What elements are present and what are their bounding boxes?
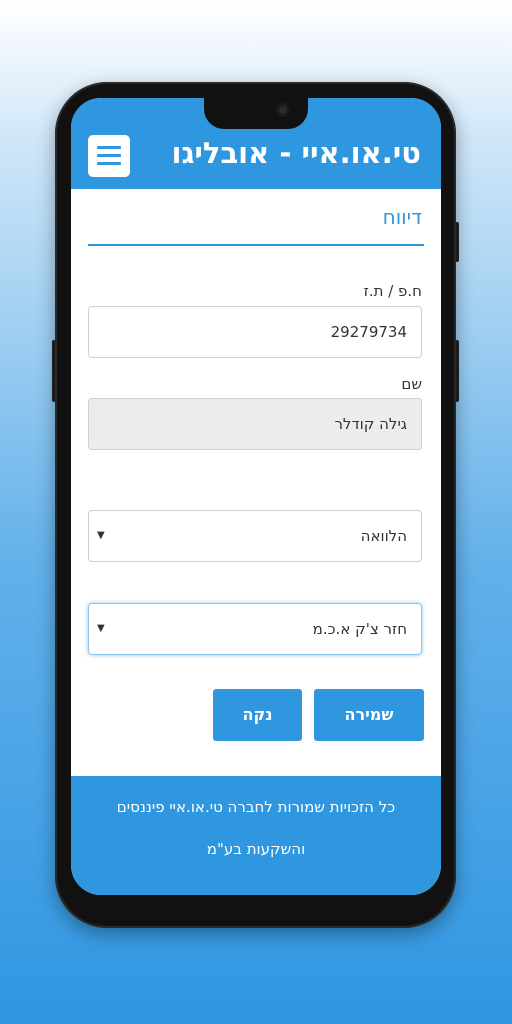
name-input: גילה קודלר <box>88 398 422 450</box>
report-subtype-value: חזר צ'ק א.כ.מ <box>312 620 407 638</box>
menu-button[interactable] <box>88 135 130 177</box>
footer-copyright-line2: והשקעות בע"מ <box>206 840 306 858</box>
phone-notch <box>204 98 308 129</box>
camera-icon <box>276 103 290 117</box>
report-subtype-select[interactable]: חזר צ'ק א.כ.מ ▼ <box>88 603 422 655</box>
clear-button[interactable]: נקה <box>213 689 302 741</box>
app-title: טי.או.איי - אובליגו <box>171 136 421 170</box>
save-button[interactable]: שמירה <box>314 689 424 741</box>
footer-copyright-line1: כל הזכויות שמורות לחברה טי.או.איי פיננסי… <box>116 798 396 816</box>
phone-screen: טי.או.איי - אובליגו דיווח ח.פ / ת.ז 2927… <box>71 98 441 895</box>
hamburger-menu-icon <box>97 162 121 165</box>
section-title: דיווח <box>382 205 422 229</box>
footer: כל הזכויות שמורות לחברה טי.או.איי פיננסי… <box>71 776 441 895</box>
dropdown-arrow-icon: ▼ <box>97 530 105 541</box>
dropdown-arrow-icon: ▼ <box>97 623 105 634</box>
id-input-value: 29279734 <box>330 323 407 341</box>
id-input[interactable]: 29279734 <box>88 306 422 358</box>
hamburger-menu-icon <box>97 146 121 149</box>
report-type-value: הלוואה <box>360 527 407 545</box>
report-type-select[interactable]: הלוואה ▼ <box>88 510 422 562</box>
id-field-label: ח.פ / ת.ז <box>363 282 422 300</box>
name-field-label: שם <box>401 375 422 393</box>
name-input-value: גילה קודלר <box>334 415 407 433</box>
hamburger-menu-icon <box>97 154 121 157</box>
section-divider <box>88 244 424 246</box>
